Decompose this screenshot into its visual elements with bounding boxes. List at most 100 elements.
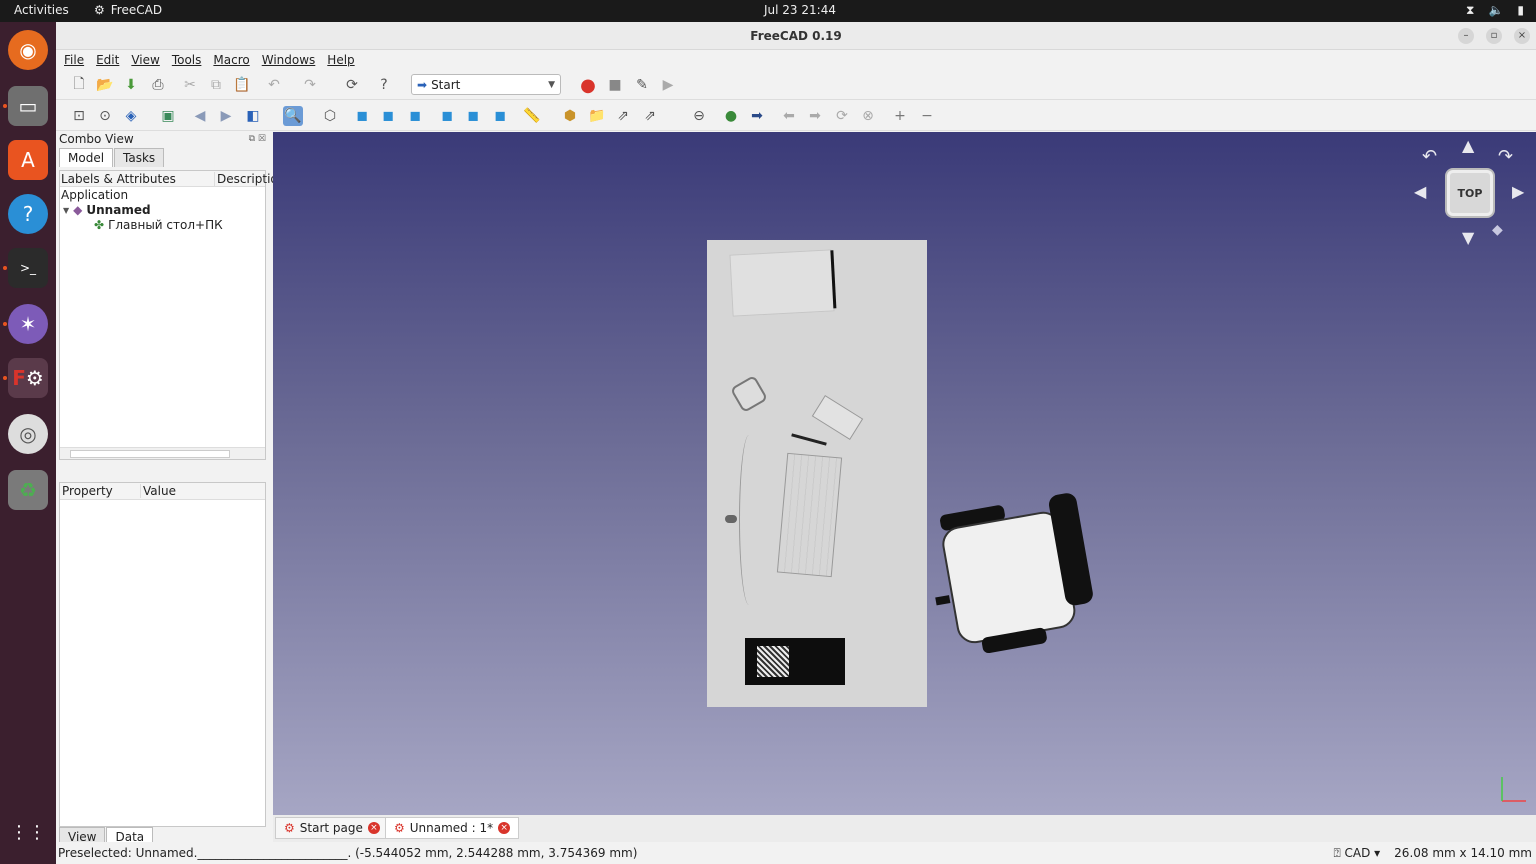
rotate-left-icon[interactable]: ◀ [1414,182,1426,201]
tree-document[interactable]: ▼ ◆ Unnamed [63,203,151,217]
redo-icon[interactable]: ↷ [300,75,320,95]
panel-controls[interactable]: ⧉ ☒ [249,134,266,144]
firefox-icon[interactable]: ◉ [8,30,48,70]
header-labels[interactable]: Labels & Attributes [61,172,176,186]
fit-selection-icon[interactable]: ⊙ [95,106,115,126]
refresh-icon[interactable]: ⟳ [342,75,362,95]
workbench-toggle-icon[interactable]: ⊖ [689,106,709,126]
app-menu[interactable]: ⚙ FreeCAD [94,3,162,17]
zoom-out-icon[interactable]: − [917,106,937,126]
paste-icon[interactable]: 📋 [232,75,252,95]
tree-item[interactable]: ✤ Главный стол+ПК [94,218,223,232]
measure-icon[interactable]: 📏 [522,106,542,126]
close-tab-icon[interactable]: × [498,822,511,834]
menu-view[interactable]: View [131,53,159,67]
files-icon[interactable]: ▭ [8,86,48,126]
tree-root[interactable]: Application [61,188,128,202]
show-apps-icon[interactable]: ⋮⋮ [8,812,48,852]
rotate-up-icon[interactable]: ▲ [1462,136,1474,155]
volume-icon[interactable]: 🔈 [1488,3,1503,18]
network-app-icon[interactable]: ✶ [8,304,48,344]
activities-button[interactable]: Activities [14,3,69,17]
tab-unnamed[interactable]: ⚙ Unnamed : 1* × [385,817,520,839]
software-icon[interactable]: A [8,140,48,180]
copy-icon[interactable]: ⧉ [206,75,226,95]
horizontal-scrollbar[interactable] [60,447,265,459]
rotate-down-icon[interactable]: ▼ [1462,228,1474,247]
header-value[interactable]: Value [140,484,176,498]
tab-tasks[interactable]: Tasks [114,148,165,167]
whats-this-icon[interactable]: ? [374,75,394,95]
help-icon[interactable]: ? [8,194,48,234]
system-tray[interactable]: ⧗ 🔈 ▮ [1466,3,1524,18]
menu-help[interactable]: Help [327,53,354,67]
close-tab-icon[interactable]: × [367,822,380,834]
draw-style-icon[interactable]: ◈ [121,106,141,126]
group-icon[interactable]: 📁 [587,106,607,126]
forward-icon[interactable]: ▶ [216,106,236,126]
monitor-model[interactable] [729,249,837,317]
web-stop-icon[interactable]: ⊗ [858,106,878,126]
menu-macro[interactable]: Macro [213,53,249,67]
menu-edit[interactable]: Edit [96,53,119,67]
bounding-box-icon[interactable]: ▣ [158,106,178,126]
chevron-down-icon[interactable]: ▼ [63,206,69,215]
stop-macro-icon[interactable]: ■ [605,75,625,95]
scrollbar-thumb[interactable] [70,450,230,458]
record-macro-icon[interactable]: ● [578,75,598,96]
chair-model[interactable] [931,489,1115,665]
menu-tools[interactable]: Tools [172,53,202,67]
menu-file[interactable]: File [64,53,84,67]
header-description[interactable]: Descriptio [214,172,278,186]
menu-windows[interactable]: Windows [262,53,316,67]
left-view-icon[interactable]: ◼ [490,106,510,126]
trash-icon[interactable]: ♻ [8,470,48,510]
save-icon[interactable]: ⬇ [121,75,141,95]
pen-model[interactable] [791,433,827,446]
std-views-icon[interactable]: ◧ [243,106,263,126]
right-view-icon[interactable]: ◼ [405,106,425,126]
open-web-icon[interactable]: ➡ [747,106,767,126]
web-icon[interactable]: ● [721,106,741,126]
link-actions-icon[interactable]: ⇗ [640,106,660,126]
bottom-view-icon[interactable]: ◼ [463,106,483,126]
front-view-icon[interactable]: ◼ [352,106,372,126]
disc-icon[interactable]: ◎ [8,414,48,454]
undo-icon[interactable]: ↶ [264,75,284,95]
clock[interactable]: Jul 23 21:44 [764,3,836,17]
terminal-icon[interactable]: >_ [8,248,48,288]
rotate-right-icon[interactable]: ▶ [1512,182,1524,201]
open-file-icon[interactable]: 📂 [95,75,115,95]
maximize-button[interactable]: ▫ [1486,28,1502,44]
keyboard-model[interactable] [776,452,843,578]
freecad-dock-icon[interactable]: F ⚙ [8,358,48,398]
desk-model[interactable] [707,240,927,707]
edit-macro-icon[interactable]: ✎ [632,75,652,95]
back-icon[interactable]: ◀ [190,106,210,126]
phone-model[interactable] [729,374,769,414]
navigation-cube[interactable]: ▲ ▼ ◀ ▶ ↶ ↷ TOP ◆ [1414,136,1526,250]
cut-icon[interactable]: ✂ [180,75,200,95]
roll-left-icon[interactable]: ↶ [1422,146,1437,167]
fit-all-icon[interactable]: ⊡ [69,106,89,126]
zoom-in-icon[interactable]: + [890,106,910,126]
battery-icon[interactable]: ▮ [1517,3,1524,18]
pc-unit-model[interactable] [745,638,845,685]
3d-viewport[interactable]: ▲ ▼ ◀ ▶ ↶ ↷ TOP ◆ [273,132,1536,815]
tablet-model[interactable] [811,394,864,441]
zoom-icon[interactable]: 🔍 [283,106,303,126]
close-button[interactable]: × [1514,28,1530,44]
run-macro-icon[interactable]: ▶ [658,75,678,95]
network-icon[interactable]: ⧗ [1466,3,1474,18]
link-icon[interactable]: ⇗ [613,106,633,126]
roll-right-icon[interactable]: ↷ [1498,146,1513,167]
part-icon[interactable]: ⬢ [560,106,580,126]
tab-start-page[interactable]: ⚙ Start page × [275,817,389,839]
tab-model[interactable]: Model [59,148,114,167]
curved-edge-model[interactable] [739,435,759,605]
isometric-icon[interactable]: ⬡ [320,106,340,126]
web-forward-icon[interactable]: ➡ [805,106,825,126]
web-refresh-icon[interactable]: ⟳ [832,106,852,126]
rear-view-icon[interactable]: ◼ [437,106,457,126]
top-view-icon[interactable]: ◼ [378,106,398,126]
